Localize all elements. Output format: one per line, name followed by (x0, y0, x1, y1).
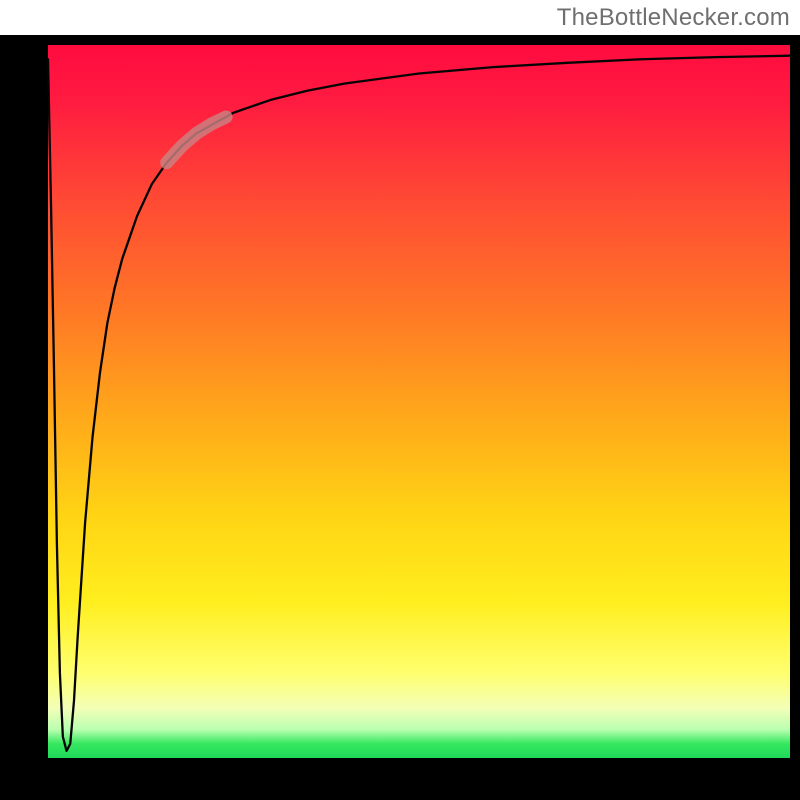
frame-bottom (0, 758, 800, 800)
chart-stage: TheBottleNecker.com (0, 0, 800, 800)
frame-top (0, 35, 800, 45)
highlight-segment-path (167, 117, 226, 163)
bottleneck-curve-path (48, 56, 790, 751)
frame-right (790, 35, 800, 768)
frame-left (0, 35, 48, 768)
curve-layer (48, 45, 790, 758)
watermark-text: TheBottleNecker.com (557, 4, 790, 32)
